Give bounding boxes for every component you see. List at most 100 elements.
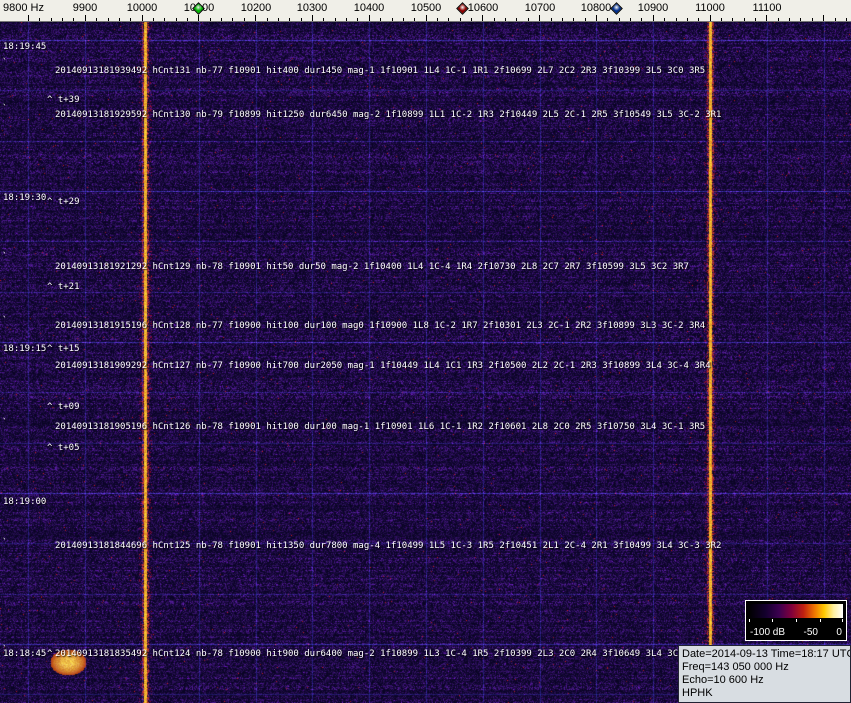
ruler-tick [664, 18, 665, 21]
colorbar-mid-label: -50 [804, 627, 818, 638]
ruler-tick [232, 18, 233, 21]
ruler-tick [687, 18, 688, 21]
ruler-tick [744, 18, 745, 21]
ruler-tick [142, 15, 143, 21]
event-log-line: 20140913181929592 hCnt130 nb-79 f10899 h… [55, 110, 721, 121]
colorbar-tick [820, 619, 821, 622]
event-log-line: 20140913181835492 hCnt124 nb-78 f10900 h… [55, 649, 684, 660]
edge-tick: ` [2, 104, 7, 115]
ruler-tick [346, 18, 347, 21]
edge-tick: ` [2, 645, 7, 656]
ruler-tick [800, 18, 801, 21]
colorbar-tick [842, 619, 843, 622]
ruler-label: 10600 [468, 2, 499, 14]
info-panel: Date=2014-09-13 Time=18:17 UTCFreq=143 0… [678, 645, 851, 703]
ruler-tick [585, 18, 586, 21]
colorbar-min-label: -100 dB [750, 627, 785, 638]
ruler-label: 10000 [127, 2, 158, 14]
frequency-ruler[interactable]: 9800 Hz990010000101001020010300104001050… [0, 0, 851, 22]
ruler-tick [698, 18, 699, 21]
time-offset-marker: ^ t+15 [47, 344, 80, 355]
ruler-tick [130, 18, 131, 21]
time-label: 18:19:30 [3, 193, 46, 204]
colorbar-tick [749, 619, 750, 622]
info-line: Echo=10 600 Hz [682, 674, 847, 687]
ruler-tick [323, 18, 324, 21]
edge-tick: ` [2, 252, 7, 263]
ruler-tick [710, 15, 711, 21]
ruler-tick [505, 18, 506, 21]
ruler-tick [119, 18, 120, 21]
ruler-tick [721, 18, 722, 21]
ruler-tick [437, 18, 438, 21]
ruler-tick [28, 15, 29, 21]
ruler-tick [778, 18, 779, 21]
ruler-tick [255, 15, 256, 21]
ruler-tick [335, 18, 336, 21]
ruler-label: 10800 [581, 2, 612, 14]
ruler-tick [289, 18, 290, 21]
ruler-tick [414, 18, 415, 21]
spectrogram: 18:19:4518:19:3018:19:1518:19:0018:18:45… [0, 22, 851, 703]
ruler-tick [448, 18, 449, 21]
ruler-tick [187, 18, 188, 21]
time-label: 18:19:45 [3, 42, 46, 53]
ruler-label: 9900 [73, 2, 97, 14]
ruler-label: 10700 [525, 2, 556, 14]
ruler-tick [278, 18, 279, 21]
edge-tick: ` [2, 418, 7, 429]
ruler-tick [369, 15, 370, 21]
ruler-tick [596, 15, 597, 21]
ruler-tick [301, 18, 302, 21]
ruler-label: 10200 [241, 2, 272, 14]
ruler-tick [494, 18, 495, 21]
event-log-line: 20140913181921292 hCnt129 nb-78 f10901 h… [55, 262, 689, 273]
ruler-tick [619, 18, 620, 21]
ruler-tick [380, 18, 381, 21]
ruler-tick [267, 18, 268, 21]
ruler-tick [460, 18, 461, 21]
ruler-tick [789, 18, 790, 21]
ruler-tick [198, 15, 199, 21]
info-line: Freq=143 050 000 Hz [682, 661, 847, 674]
ruler-tick [176, 18, 177, 21]
ruler-label: 9800 Hz [3, 2, 44, 14]
ruler-tick [96, 18, 97, 21]
ruler-tick [755, 18, 756, 21]
ruler-tick [528, 18, 529, 21]
ruler-tick [562, 18, 563, 21]
ruler-tick [471, 18, 472, 21]
colorbar-labels: -100 dB -50 0 [746, 627, 846, 638]
spectrum-monitor-window: 9800 Hz990010000101001020010300104001050… [0, 0, 851, 703]
ruler-tick [516, 18, 517, 21]
ruler-tick [732, 18, 733, 21]
time-label: 18:19:00 [3, 497, 46, 508]
event-log-line: 20140913181915196 hCnt128 nb-77 f10900 h… [55, 321, 705, 332]
ruler-tick [812, 18, 813, 21]
time-label: 18:18:45 [3, 649, 46, 660]
info-line: HPHK [682, 687, 847, 700]
blue-marker-diamond[interactable] [610, 2, 623, 15]
ruler-tick [244, 18, 245, 21]
ruler-tick [607, 18, 608, 21]
ruler-tick [312, 15, 313, 21]
ruler-label: 11100 [753, 2, 782, 14]
colorbar-max-label: 0 [836, 627, 842, 638]
colorbar-tick [796, 619, 797, 622]
info-line: Date=2014-09-13 Time=18:17 UTC [682, 648, 847, 661]
ruler-tick [392, 18, 393, 21]
ruler-tick [403, 18, 404, 21]
ruler-tick [630, 18, 631, 21]
ruler-tick [51, 18, 52, 21]
edge-tick: ` [2, 538, 7, 549]
ruler-tick [164, 18, 165, 21]
ruler-label: 10500 [411, 2, 442, 14]
ruler-tick [846, 18, 847, 21]
ruler-tick [835, 18, 836, 21]
time-offset-marker: ^ t+29 [47, 197, 80, 208]
ruler-tick [73, 18, 74, 21]
ruler-tick [766, 15, 767, 21]
spectrogram-overlay: 18:19:4518:19:3018:19:1518:19:0018:18:45… [0, 22, 851, 703]
time-offset-marker: ^ [47, 649, 52, 660]
time-offset-marker: ^ t+09 [47, 402, 80, 413]
